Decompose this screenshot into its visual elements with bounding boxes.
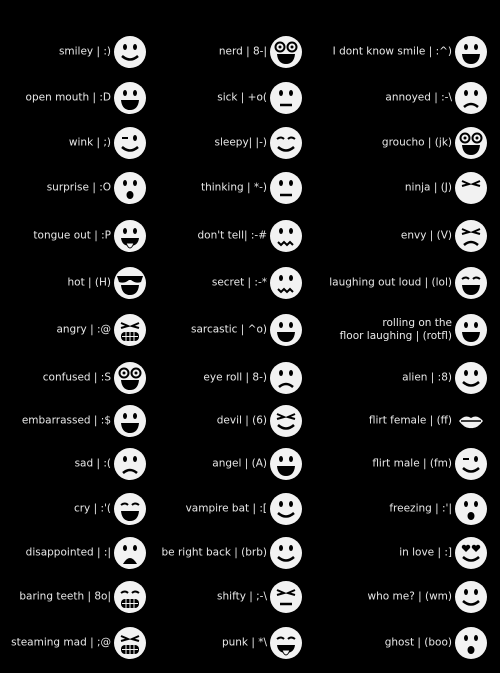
emoticon-item: freezing | :'|: [0, 487, 488, 531]
emoticon-label: envy | (V): [400, 229, 452, 242]
emoticon-label: alien | :8): [402, 371, 452, 384]
alien-icon: [454, 361, 488, 395]
in-love-icon: [454, 536, 488, 570]
emoticon-label: in love | :]: [399, 546, 452, 559]
emoticon-label: who me? | (wm): [367, 590, 453, 603]
emoticon-label: freezing | :'|: [389, 502, 452, 515]
emoticon-item: groucho | (jk): [0, 121, 488, 165]
who-me-icon: [454, 580, 488, 614]
emoticon-label: rolling on the floor laughing | (rotfl): [340, 317, 452, 343]
emoticon-item: envy | (V): [0, 214, 488, 258]
emoticon-item: rolling on the floor laughing | (rotfl): [0, 308, 488, 352]
emoticon-item: who me? | (wm): [0, 575, 488, 619]
emoticon-item: ninja | (J): [0, 166, 488, 210]
emoticon-item: in love | :]: [0, 531, 488, 575]
ninja-icon: [454, 171, 488, 205]
emoticon-label: ninja | (J): [404, 181, 452, 194]
emoticon-label: I dont know smile | :^): [332, 45, 452, 58]
emoticon-label: annoyed | :-\: [385, 91, 452, 104]
emoticon-item: flirt female | (ff): [0, 399, 488, 443]
lips-icon: [454, 404, 488, 438]
emoticon-item: annoyed | :-\: [0, 76, 488, 120]
emoticon-item: laughing out loud | (lol): [0, 261, 488, 305]
emoticon-item: flirt male | (fm): [0, 442, 488, 486]
envy-icon: [454, 219, 488, 253]
annoyed-icon: [454, 81, 488, 115]
emoticon-label: flirt male | (fm): [372, 457, 452, 470]
flirt-male-icon: [454, 447, 488, 481]
emoticon-label-line: rolling on the: [382, 317, 452, 329]
dont-know-smile-icon: [454, 35, 488, 69]
emoticon-label: flirt female | (ff): [368, 414, 452, 427]
rotfl-icon: [454, 313, 488, 347]
emoticon-label: ghost | (boo): [384, 636, 452, 649]
emoticon-item: ghost | (boo): [0, 621, 488, 665]
laughing-icon: [454, 266, 488, 300]
emoticon-label-line: floor laughing | (rotfl): [339, 330, 452, 342]
emoticon-label: laughing out loud | (lol): [329, 276, 452, 289]
freezing-icon: [454, 492, 488, 526]
emoticon-item: alien | :8): [0, 356, 488, 400]
ghost-icon: [454, 626, 488, 660]
emoticon-item: I dont know smile | :^): [0, 30, 488, 74]
emoticon-label: groucho | (jk): [381, 136, 452, 149]
groucho-icon: [454, 126, 488, 160]
